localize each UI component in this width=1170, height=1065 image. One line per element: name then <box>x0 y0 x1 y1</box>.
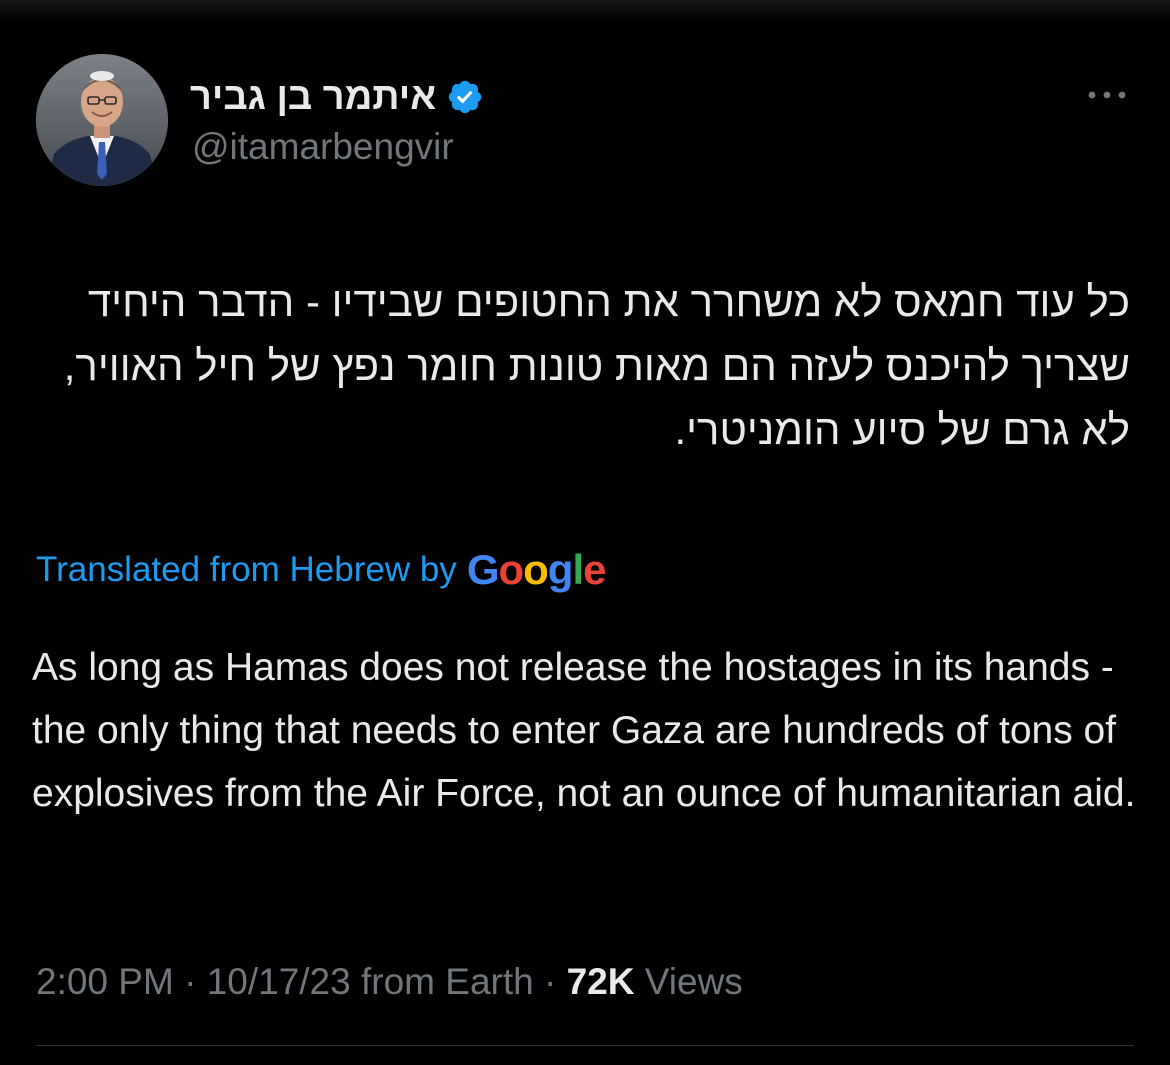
top-edge <box>0 0 1170 22</box>
author-display-name[interactable]: איתמר בן גביר <box>190 78 436 116</box>
tweet-source: from Earth <box>361 961 534 1002</box>
avatar[interactable] <box>36 54 168 186</box>
verified-badge-icon <box>448 80 482 114</box>
author-handle[interactable]: @itamarbengvir <box>192 128 454 165</box>
tweet-meta: 2:00 PM · 10/17/23 from Earth · 72K View… <box>36 954 743 1010</box>
author-name-row[interactable]: איתמר בן גביר <box>190 72 484 122</box>
tweet-time[interactable]: 2:00 PM <box>36 961 174 1003</box>
views-label[interactable]: Views <box>645 961 743 1003</box>
translation-attribution[interactable]: Translated from Hebrew by Google <box>36 540 607 600</box>
more-horizontal-icon[interactable] <box>1082 82 1132 108</box>
divider <box>36 1045 1134 1046</box>
tweet-original-text: כל עוד חמאס לא משחרר את החטופים שבידיו -… <box>63 278 1130 453</box>
translation-label[interactable]: Translated from Hebrew by <box>36 550 457 590</box>
meta-separator: · <box>173 961 207 1002</box>
views-count[interactable]: 72K <box>567 961 635 1003</box>
tweet-translated-text: As long as Hamas does not release the ho… <box>32 646 1136 815</box>
google-logo: Google <box>466 546 607 593</box>
avatar-photo <box>36 54 168 186</box>
meta-separator: · <box>533 961 567 1002</box>
tweet-date[interactable]: 10/17/23 <box>207 961 351 1003</box>
